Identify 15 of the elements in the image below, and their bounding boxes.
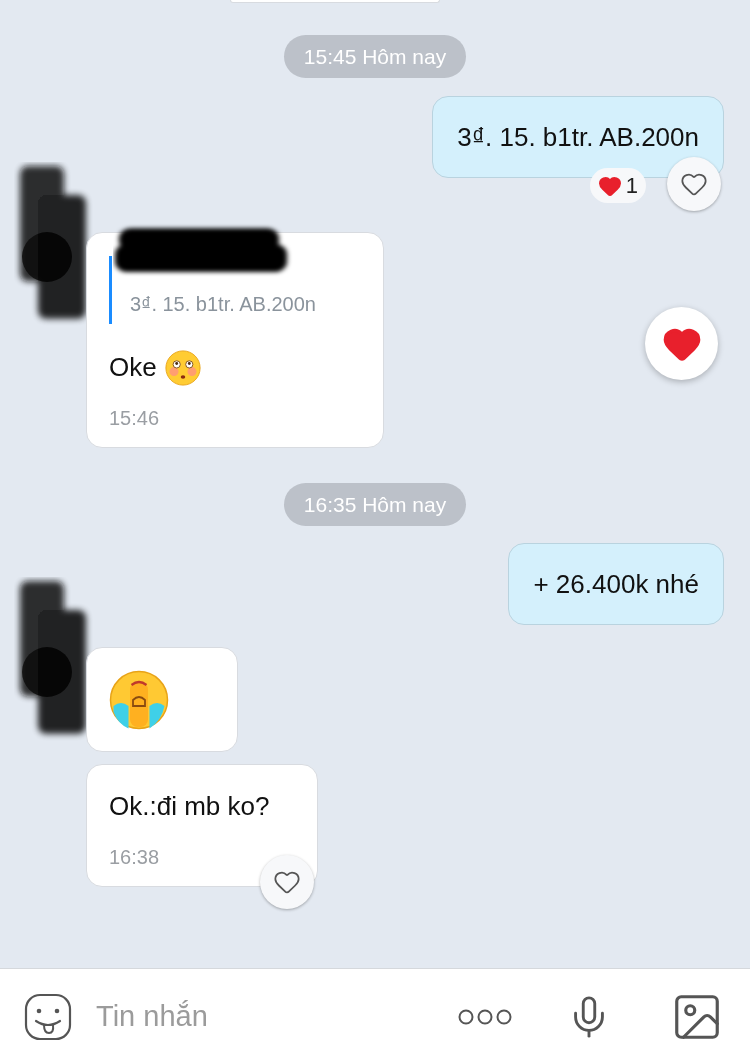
message-text: Ok.:đi mb ko? — [109, 790, 270, 823]
date-chip: 16:35 Hôm nay — [283, 483, 467, 526]
flushed-face-icon — [164, 349, 201, 386]
crying-face-icon — [109, 669, 169, 730]
message-time: 16:38 — [109, 845, 161, 870]
date-chip: 15:45 Hôm nay — [283, 35, 467, 78]
like-button[interactable] — [667, 157, 721, 211]
reaction-pill[interactable]: 1 — [589, 168, 646, 203]
emoji-icon[interactable] — [24, 992, 72, 1041]
like-button[interactable] — [260, 855, 314, 909]
message-bubble: 3₫. 15. b1tr. AB.200n — [432, 96, 724, 178]
message-text: Oke — [109, 351, 157, 384]
heart-button[interactable] — [645, 307, 718, 380]
message-bubble: + 26.400k nhé — [508, 543, 724, 625]
message-time: 15:46 — [109, 406, 161, 431]
